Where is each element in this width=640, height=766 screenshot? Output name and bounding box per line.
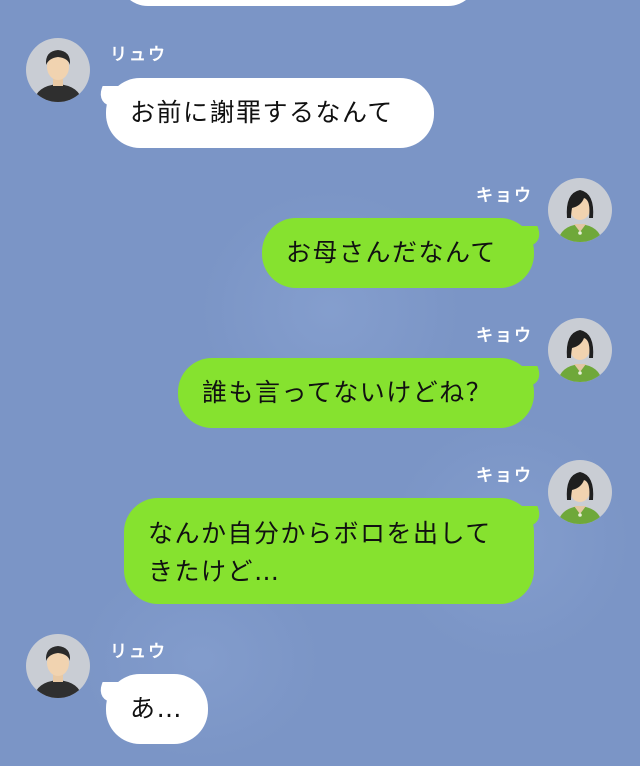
message-bubble[interactable]: お母さんだなんて <box>262 218 534 288</box>
message-text-line: きたけど… <box>148 557 281 586</box>
sender-name: キョウ <box>476 466 533 486</box>
sender-name: キョウ <box>476 186 533 206</box>
message-text: お前に謝罪するなんて <box>130 98 394 127</box>
message-text: お母さんだなんて <box>286 238 497 267</box>
message-text: 誰も言ってないけどね？ <box>202 378 493 407</box>
message-text-line: なんか自分からボロを出して <box>148 519 492 548</box>
sender-name: リュウ <box>110 45 167 65</box>
man-avatar-icon[interactable] <box>26 38 90 102</box>
message-bubble[interactable]: 誰も言ってないけどね？ <box>178 358 534 428</box>
man-avatar-icon[interactable] <box>26 634 90 698</box>
message-bubble[interactable]: なんか自分からボロを出して きたけど… <box>124 498 534 604</box>
message-bubble[interactable]: お前に謝罪するなんて <box>106 78 434 148</box>
woman-avatar-icon[interactable] <box>548 178 612 242</box>
sender-name: リュウ <box>110 642 167 662</box>
message-bubble[interactable]: あ… <box>106 674 208 744</box>
message-text: あ… <box>130 694 184 723</box>
sender-name: キョウ <box>476 326 533 346</box>
previous-message-bubble[interactable] <box>118 0 478 6</box>
woman-avatar-icon[interactable] <box>548 318 612 382</box>
woman-avatar-icon[interactable] <box>548 460 612 524</box>
